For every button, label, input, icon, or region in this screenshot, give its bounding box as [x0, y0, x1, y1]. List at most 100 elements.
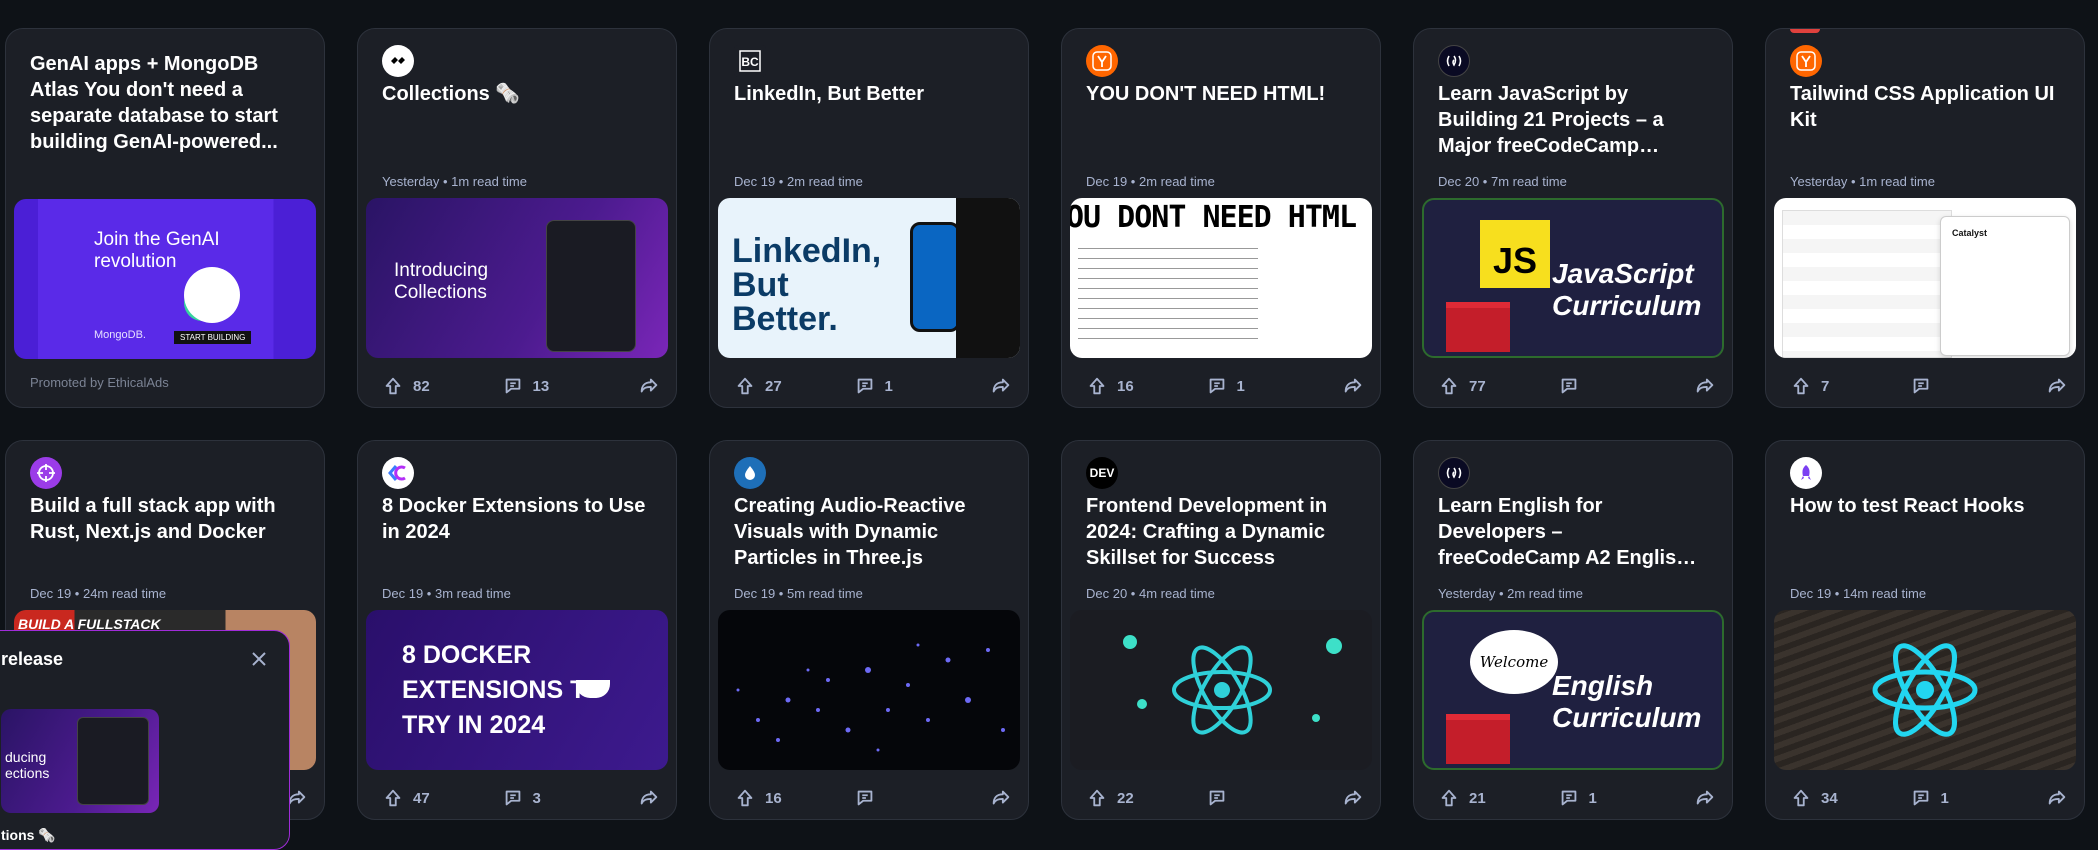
post-actions: 27 1	[734, 373, 1012, 399]
post-thumbnail[interactable]: LinkedIn, But Better.	[718, 198, 1020, 358]
svg-text:BC: BC	[741, 55, 759, 69]
droplet-icon[interactable]	[734, 457, 766, 489]
comment-button[interactable]	[1910, 375, 2047, 397]
post-actions: 21 1	[1438, 785, 1716, 811]
share-button[interactable]	[1342, 787, 1364, 809]
comment-button[interactable]	[1206, 787, 1343, 809]
freecodecamp-icon[interactable]	[1438, 45, 1470, 77]
upvote-icon	[385, 789, 401, 807]
share-button[interactable]	[2046, 375, 2068, 397]
post-card[interactable]: Collections 🗞️ Yesterday • 1m read time …	[357, 28, 677, 408]
post-card[interactable]: How to test React Hooks Dec 19 • 14m rea…	[1765, 440, 2085, 820]
post-meta: Yesterday • 1m read time	[382, 174, 527, 189]
comment-button[interactable]: 1	[1206, 375, 1343, 397]
share-icon	[2048, 378, 2066, 393]
post-title[interactable]: LinkedIn, But Better	[734, 81, 1004, 107]
daily-dev-icon[interactable]	[382, 45, 414, 77]
post-title[interactable]: Learn JavaScript by Building 21 Projects…	[1438, 81, 1708, 159]
post-card[interactable]: Creating Audio-Reactive Visuals with Dyn…	[709, 440, 1029, 820]
promoted-label: Promoted by EthicalAds	[30, 375, 169, 390]
post-meta: Dec 19 • 2m read time	[734, 174, 863, 189]
ad-image[interactable]: Join the GenAI revolution MongoDB. START…	[14, 199, 316, 359]
post-actions: 22	[1086, 785, 1364, 811]
upvote-button[interactable]: 16	[734, 787, 832, 809]
kc-icon[interactable]	[382, 457, 414, 489]
crosshair-icon[interactable]	[30, 457, 62, 489]
post-thumbnail[interactable]	[1774, 610, 2076, 770]
post-card[interactable]: DEV Frontend Development in 2024: Crafti…	[1061, 440, 1381, 820]
post-thumbnail[interactable]: 8 DOCKER EXTENSIONS TO TRY IN 2024	[366, 610, 668, 770]
atom-icon	[1123, 635, 1342, 735]
post-thumbnail[interactable]: Welcome English Curriculum	[1422, 610, 1724, 770]
share-button[interactable]	[990, 787, 1012, 809]
post-thumbnail[interactable]: JS JavaScript Curriculum	[1422, 198, 1724, 358]
comment-button[interactable]: 1	[1910, 787, 2047, 809]
code-lines	[1078, 248, 1258, 348]
share-button[interactable]	[990, 375, 1012, 397]
post-title[interactable]: Tailwind CSS Application UI Kit	[1790, 81, 2060, 133]
comment-button[interactable]	[854, 787, 991, 809]
post-thumbnail[interactable]: OU DONT NEED HTML	[1070, 198, 1372, 358]
post-title[interactable]: Build a full stack app with Rust, Next.j…	[30, 493, 300, 545]
comment-icon	[1209, 790, 1224, 806]
post-card[interactable]: Learn JavaScript by Building 21 Projects…	[1413, 28, 1733, 408]
bc-icon[interactable]: BC	[734, 45, 766, 77]
comment-button[interactable]: 1	[1558, 787, 1695, 809]
upvote-button[interactable]: 16	[1086, 375, 1184, 397]
upvote-button[interactable]: 22	[1086, 787, 1184, 809]
post-title[interactable]: Frontend Development in 2024: Crafting a…	[1086, 493, 1356, 571]
post-title[interactable]: YOU DON'T NEED HTML!	[1086, 81, 1356, 107]
share-button[interactable]	[1694, 787, 1716, 809]
upvote-count: 22	[1117, 789, 1134, 807]
comment-button[interactable]: 13	[502, 375, 639, 397]
upvote-button[interactable]: 21	[1438, 787, 1536, 809]
dev-icon[interactable]: DEV	[1086, 457, 1118, 489]
share-button[interactable]	[638, 787, 660, 809]
post-card[interactable]: Learn English for Developers – freeCodeC…	[1413, 440, 1733, 820]
rocket-icon[interactable]	[1790, 457, 1822, 489]
upvote-button[interactable]: 82	[382, 375, 480, 397]
share-button[interactable]	[1342, 375, 1364, 397]
post-card[interactable]: BC LinkedIn, But Better Dec 19 • 2m read…	[709, 28, 1029, 408]
share-button[interactable]	[1694, 375, 1716, 397]
post-card[interactable]: 8 Docker Extensions to Use in 2024 Dec 1…	[357, 440, 677, 820]
post-thumbnail[interactable]	[1070, 610, 1372, 770]
comment-icon	[1913, 378, 1928, 394]
popup-image[interactable]: ducing ections	[1, 709, 159, 813]
post-meta: Dec 19 • 2m read time	[1086, 174, 1215, 189]
post-title[interactable]: Learn English for Developers – freeCodeC…	[1438, 493, 1708, 571]
post-meta: Yesterday • 1m read time	[1790, 174, 1935, 189]
comment-button[interactable]: 3	[502, 787, 639, 809]
upvote-button[interactable]: 34	[1790, 787, 1888, 809]
post-thumbnail[interactable]	[718, 610, 1020, 770]
comment-icon	[857, 378, 872, 394]
pinned-marker	[1790, 29, 1820, 33]
post-card[interactable]: Tailwind CSS Application UI Kit Yesterda…	[1765, 28, 2085, 408]
share-button[interactable]	[638, 375, 660, 397]
release-popup[interactable]: release ducing ections tions 🗞️	[0, 630, 290, 850]
handbook-card	[77, 717, 149, 805]
share-button[interactable]	[2046, 787, 2068, 809]
ui-kit-panel	[1782, 210, 1952, 358]
comment-count: 3	[532, 789, 541, 807]
close-icon[interactable]	[245, 645, 273, 673]
post-card[interactable]: YOU DON'T NEED HTML! Dec 19 • 2m read ti…	[1061, 28, 1381, 408]
post-title[interactable]: How to test React Hooks	[1790, 493, 2060, 519]
comment-button[interactable]	[1558, 375, 1695, 397]
post-thumbnail[interactable]: Introducing Collections	[366, 198, 668, 358]
upvote-button[interactable]: 7	[1790, 375, 1888, 397]
ad-card[interactable]: GenAI apps + MongoDB Atlas You don't nee…	[5, 28, 325, 408]
hackernews-icon[interactable]	[1086, 45, 1118, 77]
post-title[interactable]: Collections 🗞️	[382, 81, 652, 107]
comment-button[interactable]: 1	[854, 375, 991, 397]
ad-title[interactable]: GenAI apps + MongoDB Atlas You don't nee…	[30, 51, 300, 155]
hackernews-icon[interactable]	[1790, 45, 1822, 77]
post-title[interactable]: 8 Docker Extensions to Use in 2024	[382, 493, 652, 545]
post-thumbnail[interactable]: Catalyst	[1774, 198, 2076, 358]
upvote-button[interactable]: 47	[382, 787, 480, 809]
freecodecamp-icon[interactable]	[1438, 457, 1470, 489]
post-meta: Dec 19 • 14m read time	[1790, 586, 1927, 601]
upvote-button[interactable]: 27	[734, 375, 832, 397]
post-title[interactable]: Creating Audio-Reactive Visuals with Dyn…	[734, 493, 1004, 571]
upvote-button[interactable]: 77	[1438, 375, 1536, 397]
